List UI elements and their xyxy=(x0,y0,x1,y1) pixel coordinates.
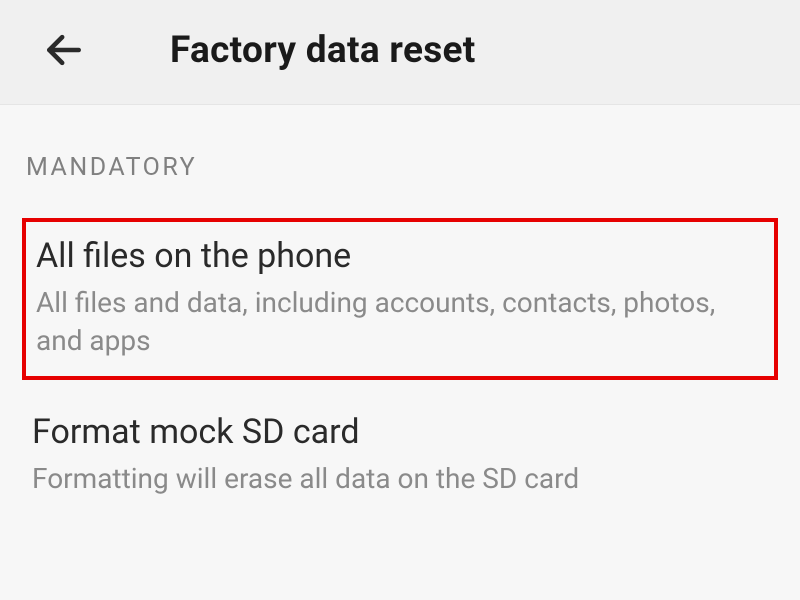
option-format-sd[interactable]: Format mock SD card Formatting will eras… xyxy=(22,398,778,514)
option-all-files[interactable]: All files on the phone All files and dat… xyxy=(22,218,778,380)
back-button[interactable] xyxy=(42,28,86,72)
section-label: MANDATORY xyxy=(26,153,778,182)
option-description: All files and data, including accounts, … xyxy=(36,284,764,360)
page-title: Factory data reset xyxy=(170,29,476,72)
option-description: Formatting will erase all data on the SD… xyxy=(32,460,768,498)
back-arrow-icon xyxy=(42,28,86,72)
option-title: All files on the phone xyxy=(36,236,764,276)
option-title: Format mock SD card xyxy=(32,412,768,452)
content-area: MANDATORY All files on the phone All fil… xyxy=(0,105,800,513)
app-header: Factory data reset xyxy=(0,0,800,105)
